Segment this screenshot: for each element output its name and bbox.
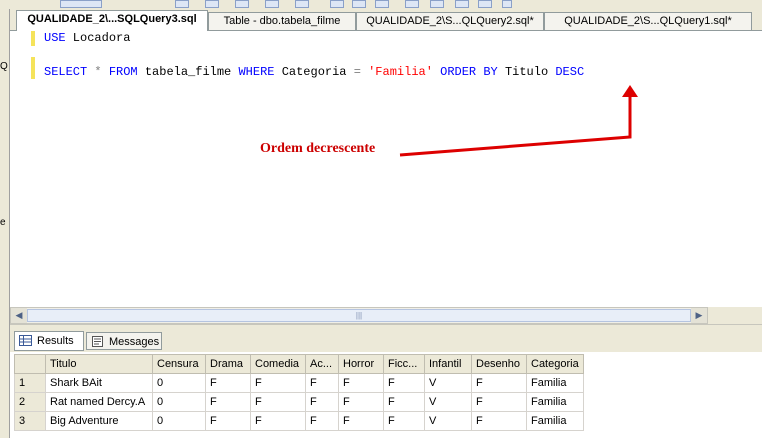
query-editor[interactable]: USE Locadora SELECT * FROM tabela_filme … (10, 31, 762, 307)
execute-icon[interactable] (60, 0, 102, 8)
scrollbar-corner (708, 307, 762, 324)
table-cell[interactable]: F (338, 411, 384, 431)
tab-sqlquery1[interactable]: QUALIDADE_2\S...QLQuery1.sql* (544, 12, 752, 30)
document-tab-bar: QUALIDADE_2\...SQLQuery3.sql Table - dbo… (10, 9, 762, 31)
grid-icon (19, 335, 32, 346)
column-header-titulo[interactable]: Titulo (45, 354, 153, 374)
file-icon[interactable] (295, 0, 309, 8)
panel-fragment-text: Q (0, 61, 8, 72)
results-table: Titulo Censura Drama Comedia Ac... Horro… (14, 354, 584, 431)
object-explorer-edge: Q e (0, 9, 10, 438)
table-cell[interactable]: F (471, 373, 527, 393)
column-header-acao[interactable]: Ac... (305, 354, 339, 374)
row-number[interactable]: 3 (14, 411, 46, 431)
row-number[interactable]: 2 (14, 392, 46, 412)
panel-fragment-text: e (0, 217, 6, 228)
table-cell[interactable]: F (471, 411, 527, 431)
table-cell[interactable]: F (250, 373, 306, 393)
comment-icon[interactable] (352, 0, 366, 8)
column-header-ficcao[interactable]: Ficc... (383, 354, 425, 374)
column-header-categoria[interactable]: Categoria (526, 354, 584, 374)
tab-sqlquery2[interactable]: QUALIDADE_2\S...QLQuery2.sql* (356, 12, 544, 30)
table-cell[interactable]: F (383, 392, 425, 412)
table-cell[interactable]: Rat named Dercy.A (45, 392, 153, 412)
table-cell[interactable]: F (383, 411, 425, 431)
row-number[interactable]: 1 (14, 373, 46, 393)
column-header-horror[interactable]: Horror (338, 354, 384, 374)
table-cell[interactable]: F (305, 392, 339, 412)
table-cell[interactable]: F (383, 373, 425, 393)
check-icon[interactable] (175, 0, 189, 8)
query-toolbar (0, 0, 762, 9)
tab-label: QUALIDADE_2\...SQLQuery3.sql (27, 13, 197, 25)
results-icon[interactable] (330, 0, 344, 8)
table-cell[interactable]: F (205, 373, 251, 393)
results-grid[interactable]: Titulo Censura Drama Comedia Ac... Horro… (10, 352, 762, 438)
table-icon[interactable] (205, 0, 219, 8)
table-cell[interactable]: 0 (152, 373, 206, 393)
header-row: Titulo Censura Drama Comedia Ac... Horro… (14, 354, 584, 374)
tab-table-tabela-filme[interactable]: Table - dbo.tabela_filme (208, 12, 356, 30)
table-cell[interactable]: F (338, 373, 384, 393)
tab-label: Results (37, 335, 74, 347)
tab-label: QUALIDADE_2\S...QLQuery2.sql* (366, 15, 534, 27)
scroll-right-icon[interactable]: ▶ (691, 308, 707, 323)
template-icon[interactable] (478, 0, 492, 8)
indent-icon[interactable] (405, 0, 419, 8)
row-number-header (14, 354, 46, 374)
editor-horizontal-scrollbar[interactable]: ◀ ||| ▶ (10, 307, 708, 324)
column-header-desenho[interactable]: Desenho (471, 354, 527, 374)
table-cell[interactable]: Familia (526, 373, 584, 393)
outdent-icon[interactable] (430, 0, 444, 8)
table-cell[interactable]: Familia (526, 411, 584, 431)
results-tab-bar: Results Messages (10, 330, 762, 352)
dropdown-icon[interactable] (502, 0, 512, 8)
column-header-censura[interactable]: Censura (152, 354, 206, 374)
column-header-infantil[interactable]: Infantil (424, 354, 472, 374)
annotation-arrow (399, 85, 638, 157)
tab-label: QUALIDADE_2\S...QLQuery1.sql* (564, 15, 732, 27)
table-cell[interactable]: V (424, 411, 472, 431)
messages-icon (92, 336, 103, 347)
table-cell[interactable]: Familia (526, 392, 584, 412)
table-cell[interactable]: F (250, 392, 306, 412)
table-cell[interactable]: F (338, 392, 384, 412)
table-cell[interactable]: V (424, 373, 472, 393)
tab-label: Messages (109, 336, 160, 348)
tab-sqlquery3[interactable]: QUALIDADE_2\...SQLQuery3.sql (16, 10, 208, 31)
table-cell[interactable]: F (205, 411, 251, 431)
table-cell[interactable]: F (471, 392, 527, 412)
table-row[interactable]: 2 Rat named Dercy.A 0 F F F F F V F Fami… (14, 392, 584, 412)
tab-messages[interactable]: Messages (86, 332, 162, 350)
scrollbar-thumb[interactable]: ||| (27, 309, 691, 322)
table-cell[interactable]: 0 (152, 392, 206, 412)
table-row[interactable]: 3 Big Adventure 0 F F F F F V F Familia (14, 411, 584, 431)
table-cell[interactable]: 0 (152, 411, 206, 431)
table-cell[interactable]: F (305, 373, 339, 393)
table-cell[interactable]: F (205, 392, 251, 412)
table-cell[interactable]: V (424, 392, 472, 412)
text-icon[interactable] (265, 0, 279, 8)
grid-icon[interactable] (235, 0, 249, 8)
column-header-drama[interactable]: Drama (205, 354, 251, 374)
scroll-left-icon[interactable]: ◀ (11, 308, 27, 323)
uncomment-icon[interactable] (375, 0, 389, 8)
table-cell[interactable]: F (305, 411, 339, 431)
specify-values-icon[interactable] (455, 0, 469, 8)
column-header-comedia[interactable]: Comedia (250, 354, 306, 374)
table-cell[interactable]: Shark BAit (45, 373, 153, 393)
table-cell[interactable]: F (250, 411, 306, 431)
table-cell[interactable]: Big Adventure (45, 411, 153, 431)
tab-label: Table - dbo.tabela_filme (223, 15, 341, 27)
tab-results[interactable]: Results (14, 331, 84, 351)
table-row[interactable]: 1 Shark BAit 0 F F F F F V F Familia (14, 373, 584, 393)
